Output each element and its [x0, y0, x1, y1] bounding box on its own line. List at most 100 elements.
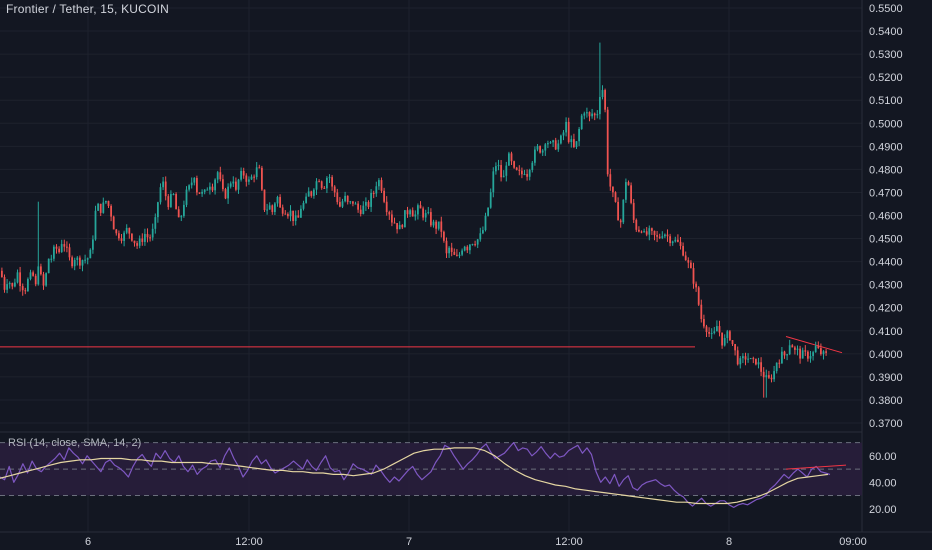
- candle-body[interactable]: [362, 205, 365, 214]
- candle-body[interactable]: [14, 282, 16, 287]
- candle-body[interactable]: [349, 201, 352, 203]
- candle-body[interactable]: [562, 132, 565, 136]
- candle-body[interactable]: [76, 257, 79, 260]
- candle-body[interactable]: [695, 283, 697, 288]
- candle-body[interactable]: [651, 228, 653, 231]
- candle-body[interactable]: [94, 210, 97, 240]
- candle-body[interactable]: [162, 181, 164, 188]
- candle-body[interactable]: [58, 248, 60, 253]
- candle-body[interactable]: [791, 345, 794, 348]
- candle-body[interactable]: [315, 181, 318, 190]
- candle-body[interactable]: [822, 351, 825, 355]
- candle-body[interactable]: [775, 362, 778, 372]
- candle-body[interactable]: [547, 143, 549, 145]
- candle-body[interactable]: [645, 231, 648, 235]
- candle-body[interactable]: [284, 213, 287, 215]
- candle-body[interactable]: [778, 362, 781, 364]
- candle-body[interactable]: [172, 194, 175, 196]
- candle-body[interactable]: [539, 146, 541, 153]
- candle-body[interactable]: [352, 201, 354, 204]
- candle-body[interactable]: [193, 177, 196, 183]
- candle-body[interactable]: [593, 113, 596, 116]
- candle-body[interactable]: [232, 181, 235, 184]
- candle-body[interactable]: [24, 290, 27, 292]
- candle-body[interactable]: [242, 170, 245, 176]
- candle-body[interactable]: [721, 332, 723, 346]
- candle-body[interactable]: [367, 201, 370, 207]
- candle-body[interactable]: [638, 229, 640, 232]
- candle-body[interactable]: [419, 205, 422, 209]
- candle-body[interactable]: [708, 331, 710, 334]
- candle-body[interactable]: [484, 215, 487, 231]
- candle-body[interactable]: [765, 375, 768, 378]
- candle-body[interactable]: [258, 167, 261, 169]
- candle-body[interactable]: [138, 238, 141, 246]
- candle-body[interactable]: [297, 215, 300, 218]
- candle-body[interactable]: [73, 259, 76, 267]
- candle-body[interactable]: [573, 139, 575, 148]
- candle-body[interactable]: [653, 230, 656, 236]
- candle-body[interactable]: [154, 217, 157, 229]
- candle-body[interactable]: [635, 219, 638, 230]
- candle-body[interactable]: [167, 196, 170, 208]
- candle-body[interactable]: [424, 213, 427, 218]
- candle-body[interactable]: [318, 181, 320, 183]
- candle-body[interactable]: [149, 237, 151, 239]
- candle-body[interactable]: [583, 113, 586, 116]
- candle-body[interactable]: [458, 254, 461, 256]
- candle-body[interactable]: [422, 208, 424, 218]
- candle-body[interactable]: [417, 205, 419, 215]
- candle-body[interactable]: [710, 333, 713, 335]
- candle-body[interactable]: [188, 185, 190, 190]
- candle-body[interactable]: [565, 121, 567, 133]
- candle-body[interactable]: [8, 283, 11, 285]
- candle-body[interactable]: [606, 109, 609, 175]
- candle-body[interactable]: [21, 286, 24, 291]
- rsi-indicator-label[interactable]: RSI (14, close, SMA, 14, 2): [8, 437, 141, 449]
- candle-body[interactable]: [414, 214, 417, 217]
- candle-body[interactable]: [237, 179, 240, 190]
- candle-body[interactable]: [531, 162, 534, 170]
- candle-body[interactable]: [411, 210, 414, 217]
- candle-body[interactable]: [661, 236, 664, 238]
- candle-body[interactable]: [115, 229, 118, 234]
- candle-body[interactable]: [770, 377, 773, 380]
- candle-body[interactable]: [705, 326, 708, 332]
- candle-body[interactable]: [734, 344, 736, 351]
- candle-body[interactable]: [794, 347, 796, 350]
- candle-body[interactable]: [799, 348, 801, 359]
- candle-body[interactable]: [755, 358, 757, 365]
- candle-body[interactable]: [326, 177, 328, 189]
- candle-body[interactable]: [55, 246, 58, 249]
- candle-body[interactable]: [786, 354, 788, 356]
- candle-body[interactable]: [120, 238, 123, 241]
- candle-body[interactable]: [739, 358, 742, 365]
- candle-body[interactable]: [372, 193, 375, 195]
- candle-body[interactable]: [203, 189, 206, 192]
- candle-body[interactable]: [92, 239, 94, 250]
- candle-body[interactable]: [68, 247, 71, 258]
- candle-body[interactable]: [190, 182, 193, 186]
- candle-body[interactable]: [60, 244, 63, 253]
- candle-body[interactable]: [183, 204, 185, 217]
- candle-body[interactable]: [463, 246, 466, 251]
- candle-body[interactable]: [466, 246, 469, 251]
- candle-body[interactable]: [388, 212, 391, 215]
- candle-body[interactable]: [97, 203, 99, 211]
- candle-body[interactable]: [19, 272, 21, 287]
- candle-body[interactable]: [521, 170, 523, 175]
- candle-body[interactable]: [42, 274, 45, 286]
- candle-body[interactable]: [526, 174, 528, 177]
- candle-body[interactable]: [216, 172, 219, 180]
- candle-body[interactable]: [479, 233, 482, 240]
- candle-body[interactable]: [599, 97, 601, 115]
- candle-body[interactable]: [185, 189, 188, 205]
- candle-body[interactable]: [781, 351, 783, 364]
- candle-body[interactable]: [690, 262, 692, 269]
- candle-body[interactable]: [141, 238, 144, 242]
- candle-body[interactable]: [671, 241, 674, 244]
- candle-body[interactable]: [409, 210, 411, 215]
- candle-body[interactable]: [788, 345, 791, 355]
- candle-body[interactable]: [131, 233, 133, 241]
- candle-body[interactable]: [29, 272, 32, 280]
